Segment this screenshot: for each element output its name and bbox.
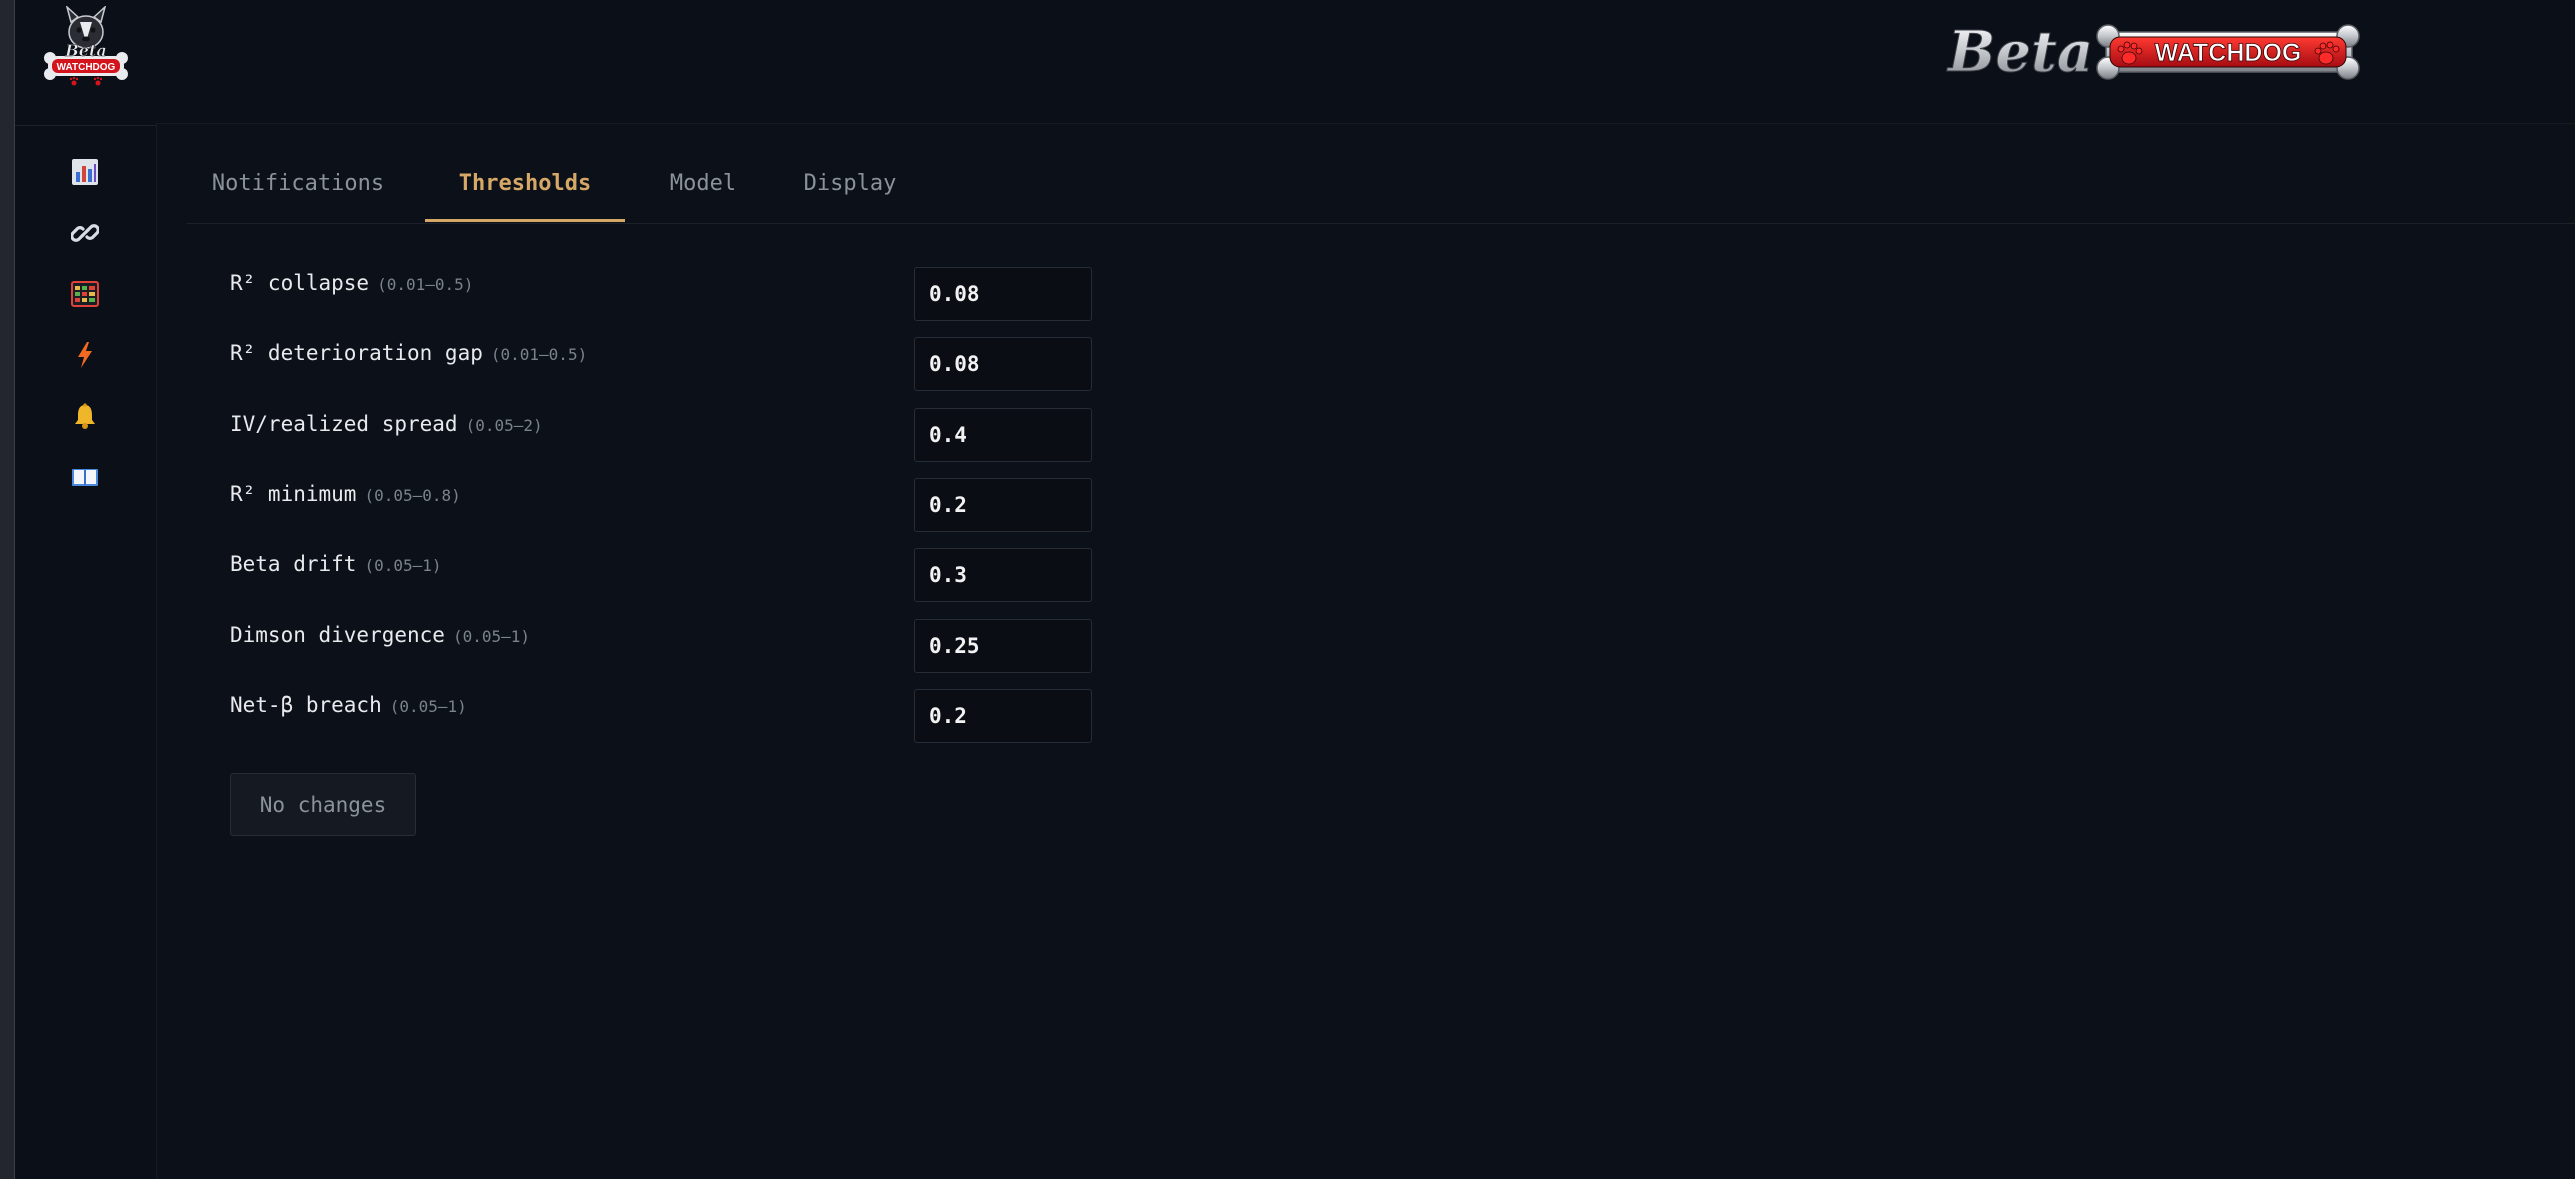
threshold-range: (0.01–0.5) [377,275,474,294]
tab-notifications[interactable]: Notifications [207,152,389,222]
threshold-range: (0.01–0.5) [490,345,588,364]
brand-script-text: Beta [1946,19,2093,85]
threshold-name: Dimson divergence [230,623,445,647]
brand-badge: WATCHDOG [2096,24,2360,80]
threshold-input-iv-realized-spread[interactable] [914,408,1092,462]
sidebar-item-docs[interactable] [65,457,105,497]
lightning-icon [78,342,92,368]
sidebar-item-dashboard[interactable] [65,152,105,192]
sidebar-item-links[interactable] [65,213,105,253]
threshold-name: Beta drift [230,552,357,576]
threshold-label-net-beta-breach: Net-β breach (0.05–1) [230,690,467,720]
threshold-label-r2-collapse: R² collapse (0.01–0.5) [230,268,473,298]
threshold-input-r2-collapse[interactable] [914,267,1092,321]
brand-badge-text: WATCHDOG [2155,39,2302,67]
threshold-range: (0.05–2) [465,416,543,435]
bar-chart-icon [72,159,98,185]
threshold-input-net-beta-breach[interactable] [914,689,1092,743]
sidebar-divider [15,125,156,126]
grid-table-icon [71,281,99,307]
threshold-input-r2-deterioration-gap[interactable] [914,337,1092,391]
threshold-range: (0.05–0.8) [364,486,461,505]
sidebar-item-alerts-lightning[interactable] [65,335,105,375]
threshold-range: (0.05–1) [364,556,442,575]
bell-icon [75,403,95,429]
sidebar-item-notifications[interactable] [65,396,105,436]
threshold-name: IV/realized spread [230,412,458,436]
threshold-label-r2-minimum: R² minimum (0.05–0.8) [230,479,461,509]
threshold-input-beta-drift[interactable] [914,548,1092,602]
sidebar-logo[interactable]: Beta WATCHDOG [40,6,132,88]
threshold-label-dimson-divergence: Dimson divergence (0.05–1) [230,620,530,650]
top-bar: Beta WATCHDOG [156,0,2575,124]
sidebar-logo-bottom-text: WATCHDOG [57,62,116,73]
link-icon [71,224,99,242]
threshold-name: R² minimum [230,482,357,506]
save-button[interactable]: No changes [230,773,416,836]
app-window: Beta WATCHDOG Beta WATCHDOG Notification… [0,0,2575,1179]
tab-model[interactable]: Model [653,152,753,222]
settings-tabs: Notifications Thresholds Model Display [187,152,2575,224]
threshold-range: (0.05–1) [452,627,530,646]
threshold-label-beta-drift: Beta drift (0.05–1) [230,549,442,579]
threshold-input-r2-minimum[interactable] [914,478,1092,532]
tab-thresholds[interactable]: Thresholds [425,152,625,222]
threshold-name: Net-β breach [230,693,382,717]
threshold-name: R² deterioration gap [230,341,483,365]
threshold-label-r2-deterioration-gap: R² deterioration gap (0.01–0.5) [230,338,587,368]
window-edge [0,0,15,1179]
tab-display[interactable]: Display [791,152,909,222]
threshold-name: R² collapse [230,271,370,295]
threshold-range: (0.05–1) [389,697,467,716]
sidebar-item-grid[interactable] [65,274,105,314]
threshold-input-dimson-divergence[interactable] [914,619,1092,673]
threshold-label-iv-realized-spread: IV/realized spread (0.05–2) [230,409,543,439]
sidebar-logo-top-text: Beta [64,41,106,60]
sidebar: Beta WATCHDOG [15,0,157,1179]
brand-logo[interactable]: Beta WATCHDOG [1946,18,2360,90]
book-icon [72,469,98,486]
